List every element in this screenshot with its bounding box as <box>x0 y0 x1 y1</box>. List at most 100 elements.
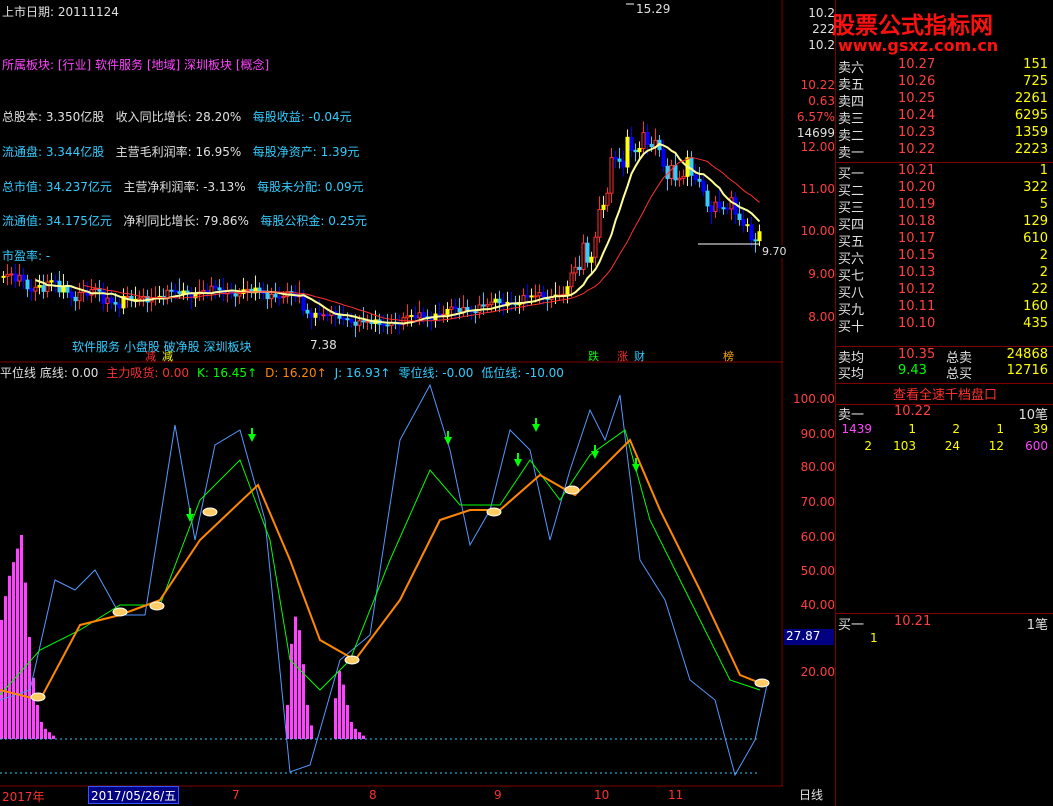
period-daily-button[interactable]: 日线 <box>787 786 835 804</box>
candle-body <box>213 285 218 289</box>
gold-ingot-icon <box>486 507 502 517</box>
bid-row[interactable]: 买一 10.21 1 <box>836 163 1053 182</box>
candle-body <box>217 287 222 291</box>
bid1-label: 买一 <box>838 618 865 633</box>
candle-body <box>65 285 70 293</box>
gold-ingot-icon <box>112 607 128 617</box>
candle-body <box>701 180 706 192</box>
event-marker[interactable]: 跌 <box>588 348 599 364</box>
volume-bar <box>16 548 19 739</box>
profit-growth: 净利同比增长: 79.86% <box>123 214 249 228</box>
month-label: 9 <box>494 788 502 802</box>
bid1-detail-row: 买一 10.21 1笔 <box>836 613 1053 633</box>
avg-buy-row: 买均 9.43 总买 12716 <box>836 363 1053 382</box>
chart-area[interactable]: 上市日期: 20111124 所属板块: [行业] 软件服务 [地域] 深圳板块… <box>0 0 787 806</box>
ask-row[interactable]: 卖五 10.26 725 <box>836 74 1053 93</box>
ask-row[interactable]: 卖三 10.24 6295 <box>836 108 1053 127</box>
candle-body <box>661 149 666 167</box>
year-label: 2017年 <box>2 790 45 804</box>
candle-body <box>321 314 326 317</box>
candle-body <box>381 323 386 326</box>
candle-body <box>613 156 618 160</box>
candle-body <box>441 313 446 316</box>
eps: 每股收益: -0.04元 <box>252 110 352 124</box>
total-buy: 12716 <box>1006 363 1048 378</box>
order-size: 12 <box>988 439 1004 453</box>
bid-row[interactable]: 买五 10.17 610 <box>836 231 1053 250</box>
bid-row[interactable]: 买二 10.20 322 <box>836 180 1053 199</box>
event-marker[interactable]: 减 <box>145 348 156 364</box>
ask-row[interactable]: 卖二 10.23 1359 <box>836 125 1053 144</box>
order-size: 1 <box>908 422 916 436</box>
order-book-panel: 卖六 10.27 151 卖五 10.26 725 卖四 10.25 2261 卖三 10.24 62… <box>835 0 1053 806</box>
undistributed: 每股未分配: 0.09元 <box>257 180 364 194</box>
bid-price: 10.10 <box>898 316 936 331</box>
down-arrow-icon <box>632 464 640 472</box>
ask-row[interactable]: 卖四 10.25 2261 <box>836 91 1053 110</box>
volume-bar <box>8 575 11 739</box>
volume-bar <box>362 735 365 739</box>
candle-body <box>601 204 606 210</box>
down-arrow-icon <box>514 459 522 467</box>
avg-buy-price: 9.43 <box>898 363 927 378</box>
bid-row[interactable]: 买七 10.13 2 <box>836 265 1053 284</box>
candle-body <box>721 207 726 210</box>
gold-ingot-icon <box>564 485 580 495</box>
full-depth-button[interactable]: 查看全速千档盘口 <box>836 383 1053 405</box>
candle-body <box>649 143 654 148</box>
bid-row[interactable]: 买三 10.19 5 <box>836 197 1053 216</box>
order-size: 1 <box>996 422 1004 436</box>
float-cap: 流通值: 34.175亿元 <box>2 214 112 228</box>
ind-axis-label: 60.00 <box>800 530 835 544</box>
volume-bar <box>298 630 301 739</box>
candle-body <box>621 160 626 168</box>
candle-body <box>165 289 170 299</box>
bid-row[interactable]: 买四 10.18 129 <box>836 214 1053 233</box>
event-marker[interactable]: 榜 <box>723 348 734 364</box>
candle-body <box>49 280 54 283</box>
candle-body <box>617 158 622 162</box>
ask-row[interactable]: 卖六 10.27 151 <box>836 57 1053 76</box>
candle-body <box>673 165 678 181</box>
ask-row[interactable]: 卖一 10.22 2223 <box>836 142 1053 161</box>
candle-body <box>529 295 534 298</box>
candle-body <box>677 177 682 181</box>
moving-average-lines <box>35 142 761 325</box>
gross-margin: 主营毛利润率: 16.95% <box>115 145 242 159</box>
candle-body <box>625 136 630 168</box>
axis-top-value: 14699 <box>796 126 835 140</box>
sector-info[interactable]: 所属板块: [行业] 软件服务 [地域] 深圳板块 [概念] <box>2 56 269 73</box>
candle-body <box>445 308 450 315</box>
down-arrow-icon <box>532 424 540 432</box>
volume-bar <box>24 582 27 739</box>
avg-sell-row: 卖均 10.35 总卖 24868 <box>836 346 1053 366</box>
low-price-label: 7.38 <box>310 338 337 352</box>
candle-body <box>105 297 110 304</box>
axis-top-value: 6.57% <box>796 110 835 124</box>
bid-row[interactable]: 买八 10.12 22 <box>836 282 1053 301</box>
event-marker[interactable]: 涨 <box>617 348 628 364</box>
total-shares: 总股本: 3.350亿股 <box>2 110 105 124</box>
candle-body <box>681 175 686 179</box>
bid-row[interactable]: 买九 10.11 160 <box>836 299 1053 318</box>
candle-body <box>669 165 674 179</box>
bid-row[interactable]: 买十 10.10 435 <box>836 316 1053 335</box>
candle-body <box>741 219 746 226</box>
event-marker[interactable]: 财 <box>634 348 645 364</box>
candle-body <box>645 132 650 145</box>
bid-volume: 5 <box>1039 197 1048 212</box>
bid1-order: 1 <box>870 631 878 645</box>
candle-body <box>569 272 574 288</box>
order-size: 2 <box>952 422 960 436</box>
volume-bar <box>32 677 35 739</box>
event-marker[interactable]: 减 <box>162 348 173 364</box>
fundamental-row: 流通值: 34.175亿元 净利同比增长: 79.86% 每股公积金: 0.25… <box>2 212 367 229</box>
ind-axis-label: 50.00 <box>800 564 835 578</box>
ask-volume: 6295 <box>1014 108 1048 123</box>
volume-bar <box>36 705 39 739</box>
avg-buy-label: 买均 <box>838 367 865 382</box>
candle-body <box>265 292 270 300</box>
volume-bar <box>334 698 337 739</box>
price-axis-label: 9.00 <box>808 267 835 281</box>
bid-row[interactable]: 买六 10.15 2 <box>836 248 1053 267</box>
